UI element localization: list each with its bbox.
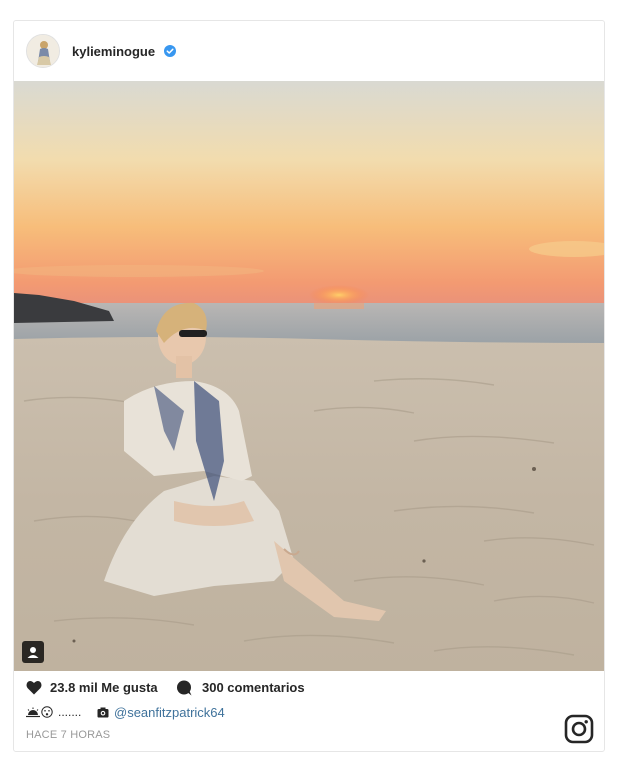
instagram-embed-card: kylieminogue 23.8 mil Me gusta 300 comen… bbox=[13, 20, 605, 752]
post-photo[interactable] bbox=[14, 81, 604, 671]
user-tag-icon[interactable] bbox=[22, 641, 44, 663]
mention-link[interactable]: @seanfitzpatrick64 bbox=[114, 705, 225, 720]
instagram-icon[interactable] bbox=[564, 714, 594, 744]
post-timestamp[interactable]: HACE 7 HORAS bbox=[26, 729, 110, 741]
sunset-emoji-icon bbox=[26, 707, 40, 718]
avatar[interactable] bbox=[26, 34, 60, 68]
face-emoji-icon bbox=[41, 706, 53, 718]
heart-icon[interactable] bbox=[26, 680, 42, 695]
username[interactable]: kylieminogue bbox=[72, 44, 155, 59]
camera-icon bbox=[97, 707, 109, 718]
comment-bubble-icon[interactable] bbox=[176, 680, 192, 696]
post-header: kylieminogue bbox=[14, 21, 604, 81]
verified-badge-icon bbox=[164, 45, 176, 57]
post-stats: 23.8 mil Me gusta 300 comentarios bbox=[26, 679, 586, 697]
comments-count[interactable]: 300 comentarios bbox=[202, 680, 305, 695]
post-caption: ....... @seanfitzpatrick64 bbox=[26, 705, 466, 723]
caption-dots: ....... bbox=[58, 705, 82, 719]
likes-count[interactable]: 23.8 mil Me gusta bbox=[50, 680, 158, 695]
